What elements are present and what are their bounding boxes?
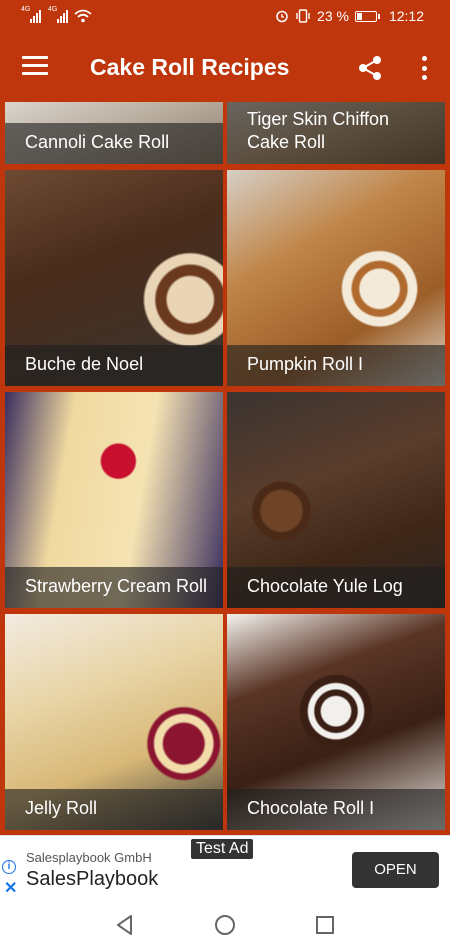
vibrate-icon (296, 9, 310, 23)
status-right: 23 % 12:12 (275, 8, 424, 24)
signal-icon-2: 4G (48, 6, 68, 23)
recents-icon[interactable] (312, 912, 338, 938)
signal-icon: 4G (21, 6, 41, 23)
alarm-icon (276, 10, 288, 23)
recipe-card[interactable]: Jelly Roll (5, 614, 223, 830)
recipe-title: Pumpkin Roll I (227, 345, 445, 386)
info-icon[interactable]: i (2, 860, 16, 874)
ad-banner[interactable]: Test Ad i ✕ Salesplaybook GmbH SalesPlay… (0, 835, 450, 900)
status-bar: 4G 4G 23 % 12:12 (0, 0, 450, 34)
ad-open-button[interactable]: OPEN (352, 852, 439, 888)
recipe-title: Chocolate Yule Log (227, 567, 445, 608)
battery-icon (354, 10, 380, 22)
recipe-card[interactable]: Strawberry Cream Roll (5, 392, 223, 608)
more-vert-icon[interactable] (420, 56, 428, 80)
recipe-title: Buche de Noel (5, 345, 223, 386)
recipe-grid: Cannoli Cake Roll Tiger Skin Chiffon Cak… (0, 102, 450, 835)
ad-name: SalesPlaybook (26, 868, 159, 890)
recipe-card[interactable]: Pumpkin Roll I (227, 170, 445, 386)
menu-icon[interactable] (22, 56, 48, 78)
recipe-title: Jelly Roll (5, 789, 223, 830)
ad-advertiser: Salesplaybook GmbH (26, 850, 152, 865)
share-icon[interactable] (356, 54, 384, 82)
test-ad-badge: Test Ad (191, 839, 254, 859)
recipe-title: Tiger Skin Chiffon Cake Roll (227, 102, 445, 164)
back-icon[interactable] (112, 912, 138, 938)
clock: 12:12 (388, 8, 424, 24)
recipe-title: Cannoli Cake Roll (5, 123, 223, 164)
recipe-card[interactable]: Chocolate Yule Log (227, 392, 445, 608)
system-nav-bar (0, 900, 450, 950)
recipe-card[interactable]: Buche de Noel (5, 170, 223, 386)
close-icon[interactable]: ✕ (4, 878, 17, 898)
recipe-card[interactable]: Chocolate Roll I (227, 614, 445, 830)
status-left: 4G 4G (21, 6, 92, 23)
recipe-title: Strawberry Cream Roll (5, 567, 223, 608)
page-title: Cake Roll Recipes (90, 54, 290, 80)
network-type-1: 4G (21, 6, 31, 13)
wifi-icon (74, 9, 92, 23)
app-bar: Cake Roll Recipes (0, 34, 450, 102)
recipe-card[interactable]: Tiger Skin Chiffon Cake Roll (227, 102, 445, 164)
recipe-card[interactable]: Cannoli Cake Roll (5, 102, 223, 164)
recipe-title: Chocolate Roll I (227, 789, 445, 830)
home-icon[interactable] (212, 912, 238, 938)
battery-percent: 23 % (317, 8, 349, 24)
network-type-2: 4G (48, 6, 58, 13)
